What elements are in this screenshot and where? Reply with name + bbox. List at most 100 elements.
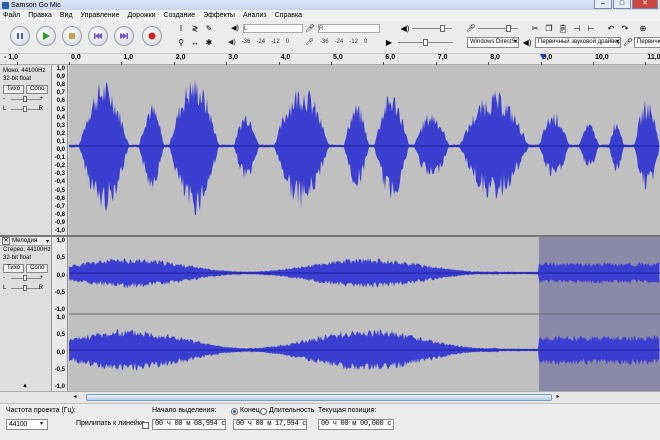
- ruler-tick-label: 6,0: [385, 54, 396, 61]
- collapse-icon[interactable]: ▲: [22, 383, 28, 389]
- input-volume-slider[interactable]: [478, 24, 518, 33]
- track2-gain-minus: -: [3, 275, 5, 281]
- output-volume-slider[interactable]: [412, 24, 452, 33]
- snap-checkbox[interactable]: [142, 422, 149, 429]
- zoom-tool-icon[interactable]: ⚲: [176, 37, 186, 47]
- menu-help[interactable]: Справка: [275, 12, 302, 19]
- track1-gain-slider[interactable]: - +: [3, 96, 43, 104]
- skip-end-button[interactable]: [114, 26, 134, 46]
- trim-icon[interactable]: ⊣: [572, 23, 582, 33]
- ruler-tick-label: 2,0: [175, 54, 186, 61]
- track2-mute-button[interactable]: Тихо: [3, 264, 25, 273]
- track1-pan-slider[interactable]: L R: [3, 106, 43, 114]
- amplitude-tick-label: -1,0: [54, 307, 65, 313]
- menu-transport[interactable]: Управление: [81, 12, 120, 19]
- zoom-in-icon[interactable]: ⊕: [638, 23, 648, 33]
- play-at-speed-slider[interactable]: [398, 38, 453, 47]
- window-title: Samson Go Mic: [11, 1, 61, 9]
- toolbar: I ≷ ✎ ⚲ ↔ ✱ ◀) L 🎤︎ R ◀) -36 -24 -12 0 🎤…: [0, 21, 660, 54]
- menu-tracks[interactable]: Дорожки: [127, 12, 155, 19]
- track1-format: Моно, 44100Hz: [3, 68, 46, 74]
- redo-icon[interactable]: ↷: [620, 23, 630, 33]
- menu-generate[interactable]: Создание: [164, 12, 196, 19]
- end-radio[interactable]: [231, 408, 238, 415]
- amplitude-tick-label: 0,0: [56, 349, 65, 356]
- track2-name[interactable]: Мелодия: [12, 238, 37, 244]
- scroll-left-icon[interactable]: ◂: [70, 393, 80, 402]
- amplitude-tick-label: -0,3: [54, 171, 65, 178]
- track1-control-panel: Моно, 44100Hz 32-bit float Тихо Соло - +…: [0, 65, 52, 235]
- input-device-select[interactable]: Первичный драйвер: [634, 37, 660, 48]
- output-device-icon: ◀): [522, 37, 532, 47]
- output-device-select[interactable]: Первичный звуковой драйвер: [535, 37, 621, 48]
- draw-tool-icon[interactable]: ✎: [204, 23, 214, 33]
- amplitude-tick-label: 0,9: [56, 74, 65, 81]
- mic-icon-2[interactable]: 🎤︎: [305, 38, 314, 46]
- pause-button[interactable]: [10, 26, 30, 46]
- track2-gain-slider[interactable]: - +: [3, 275, 43, 283]
- paste-icon[interactable]: 📋︎: [558, 23, 568, 33]
- play-scale-36: -36: [241, 38, 251, 45]
- record-button[interactable]: [142, 26, 162, 46]
- track2-waveform[interactable]: [69, 237, 660, 391]
- menu-view[interactable]: Вид: [60, 12, 73, 19]
- timeshift-tool-icon[interactable]: ↔: [190, 37, 200, 47]
- input-device-icon: 🎤︎: [622, 37, 634, 47]
- play-at-speed-icon[interactable]: ▶: [384, 37, 394, 47]
- minimize-button[interactable]: –: [594, 0, 612, 9]
- skip-start-icon: [94, 33, 102, 39]
- track2-gain-plus: +: [39, 275, 43, 281]
- amplitude-tick-label: -1,0: [54, 384, 65, 390]
- speaker-icon[interactable]: ◀): [230, 23, 240, 33]
- rate-dropdown-icon[interactable]: ▾: [40, 420, 43, 427]
- track1-waveform[interactable]: [69, 65, 660, 235]
- menu-effects[interactable]: Эффекты: [203, 12, 235, 19]
- length-radio[interactable]: [260, 408, 267, 415]
- maximize-button[interactable]: □: [613, 0, 631, 9]
- speaker-icon-2[interactable]: ◀): [228, 38, 236, 46]
- horizontal-scrollbar[interactable]: ◂ ▸: [0, 391, 660, 403]
- meter-l: L: [244, 25, 248, 32]
- app-icon: [2, 1, 9, 9]
- project-rate-label: Частота проекта (Гц):: [6, 407, 76, 414]
- audio-host-select[interactable]: Windows DirectSo: [467, 37, 519, 48]
- play-button[interactable]: [36, 26, 56, 46]
- menu-edit[interactable]: Правка: [28, 12, 52, 19]
- silence-icon[interactable]: ⊢: [586, 23, 596, 33]
- selection-start-field[interactable]: 00 ч 00 м 08,994 с: [152, 419, 226, 430]
- ruler-tick-label: 11,0: [647, 54, 660, 61]
- selection-end-field[interactable]: 00 ч 00 м 17,994 с: [233, 419, 307, 430]
- track2-menu-icon[interactable]: ▾: [46, 238, 49, 245]
- cut-icon[interactable]: ✂: [530, 23, 540, 33]
- audio-position-field[interactable]: 00 ч 00 м 00,000 с: [318, 419, 394, 430]
- record-meter[interactable]: R: [318, 24, 380, 33]
- copy-icon[interactable]: ❐: [544, 23, 554, 33]
- close-button[interactable]: ✕: [632, 0, 658, 9]
- output-volume-icon: ◀): [400, 23, 410, 33]
- scrollbar-thumb[interactable]: [86, 394, 552, 401]
- amplitude-tick-label: 0,0: [56, 147, 65, 153]
- menu-file[interactable]: Файл: [3, 12, 20, 19]
- timeline-ruler[interactable]: - 1,0 0,0 1,0 2,0 3,0 4,0 5,0 6,0 7,0 8,0 9,0 10,0 1…: [0, 54, 660, 65]
- mic-icon[interactable]: 🎤︎: [305, 23, 315, 33]
- track1-pan-r: R: [38, 106, 43, 112]
- menu-analyze[interactable]: Анализ: [243, 12, 267, 19]
- track2-pan-r: R: [38, 285, 43, 291]
- selection-start-marker[interactable]: [540, 54, 546, 60]
- amplitude-tick-label: 0,7: [56, 90, 65, 97]
- skip-start-button[interactable]: [88, 26, 108, 46]
- track2-pan-slider[interactable]: L R: [3, 285, 43, 293]
- scroll-right-icon[interactable]: ▸: [553, 393, 563, 402]
- track1-mute-button[interactable]: Тихо: [3, 85, 25, 94]
- pause-icon: [17, 33, 23, 39]
- track2-close-icon[interactable]: ✕: [2, 237, 10, 245]
- track2-name-bar[interactable]: ✕ Мелодия ▾: [0, 237, 51, 246]
- undo-icon[interactable]: ↶: [606, 23, 616, 33]
- stop-button[interactable]: [62, 26, 82, 46]
- multi-tool-icon[interactable]: ✱: [204, 37, 214, 47]
- playback-meter[interactable]: L: [243, 24, 303, 33]
- track2-solo-button[interactable]: Соло: [26, 264, 49, 273]
- track1-solo-button[interactable]: Соло: [26, 85, 49, 94]
- selection-tool-icon[interactable]: I: [176, 23, 186, 33]
- envelope-tool-icon[interactable]: ≷: [190, 23, 200, 33]
